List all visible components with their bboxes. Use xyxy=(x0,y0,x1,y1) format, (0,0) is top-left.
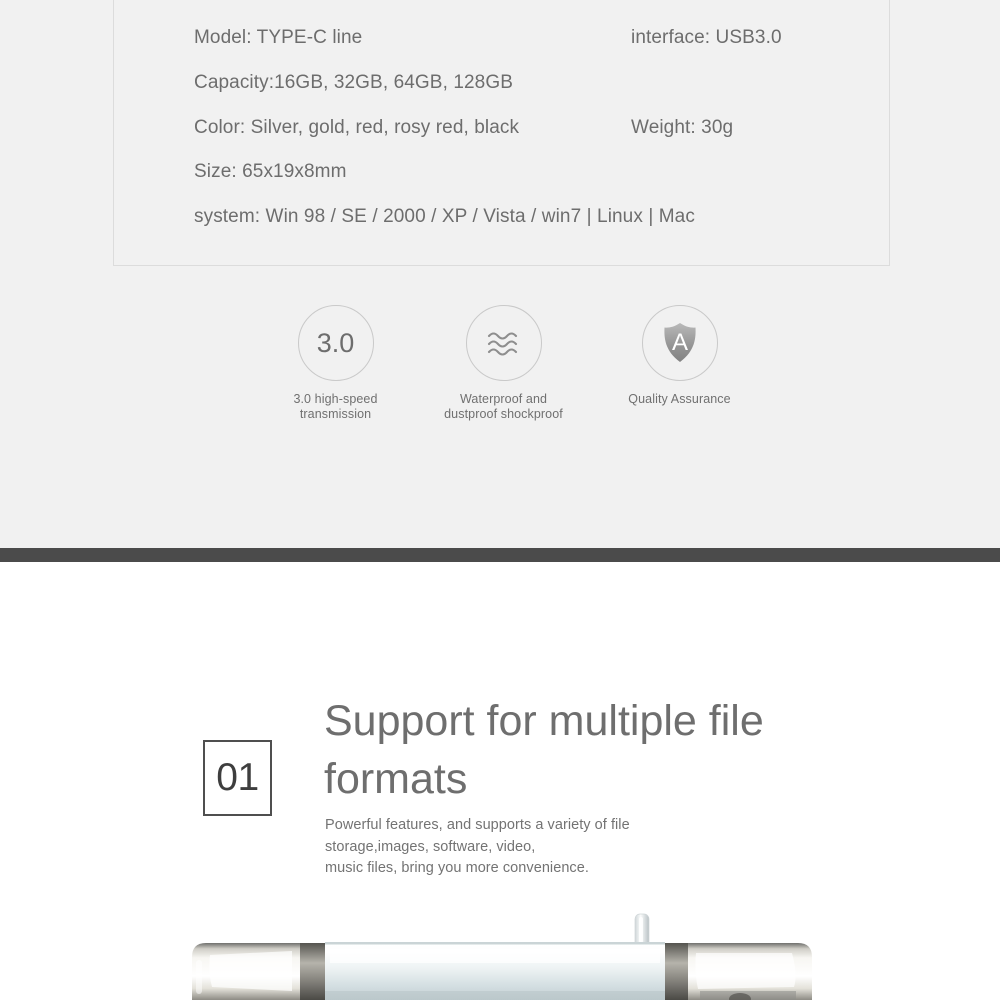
spec-row: Size: 65x19x8mm xyxy=(194,161,874,183)
shield-icon: A xyxy=(663,323,696,362)
spec-row: Model: TYPE-C line interface: USB3.0 xyxy=(194,27,874,49)
water-waves-circle-icon xyxy=(465,305,542,381)
spec-label-capacity: Capacity:16GB, 32GB, 64GB, 128GB xyxy=(194,72,513,93)
section-body-line: storage,images, software, video, xyxy=(325,838,536,855)
section-heading: Support for multiple file formats xyxy=(324,697,764,803)
section-number-badge: 01 xyxy=(203,740,272,816)
feature-item-speed: 3.0 3.0 high-speed transmission xyxy=(248,305,423,422)
feature-caption-speed: 3.0 high-speed transmission xyxy=(248,392,423,422)
feature-caption-quality: Quality Assurance xyxy=(592,392,767,407)
spec-row: Capacity:16GB, 32GB, 64GB, 128GB xyxy=(194,72,874,94)
water-waves-icon xyxy=(487,332,517,356)
feature-highlights: 3.0 3.0 high-speed transmission Waterpro… xyxy=(248,305,768,430)
spec-label-system: system: Win 98 / SE / 2000 / XP / Vista … xyxy=(194,206,695,227)
usb-3-0-circle-icon: 3.0 xyxy=(297,305,374,381)
feature-caption-line: 3.0 high-speed xyxy=(293,392,378,406)
spec-label-model: Model: TYPE-C line xyxy=(194,27,363,48)
section-body-line: music files, bring you more convenience. xyxy=(325,860,589,876)
spec-label-interface: interface: USB3.0 xyxy=(631,27,782,48)
section-body-line: Powerful features, and supports a variet… xyxy=(325,817,630,833)
specification-box: Model: TYPE-C line interface: USB3.0 Cap… xyxy=(113,0,890,266)
feature-caption-line: Quality Assurance xyxy=(628,392,731,406)
spec-row: Color: Silver, gold, red, rosy red, blac… xyxy=(194,117,874,139)
usb-drive-illustration xyxy=(192,913,812,1000)
feature-caption-line: Waterproof and xyxy=(459,392,548,406)
section-divider-band xyxy=(0,548,1000,562)
feature-caption-line: dustproof shockproof xyxy=(444,407,563,421)
spec-label-color: Color: Silver, gold, red, rosy red, blac… xyxy=(194,117,520,138)
feature-caption-waterproof: Waterproof and dustproof shockproof xyxy=(416,392,591,422)
spec-row: system: Win 98 / SE / 2000 / XP / Vista … xyxy=(194,206,874,228)
usb-flash-drive-photo xyxy=(180,905,820,1000)
feature-item-quality: A Quality Assurance xyxy=(592,305,767,407)
spec-label-size: Size: 65x19x8mm xyxy=(194,161,347,182)
section-body-text: Powerful features, and supports a variet… xyxy=(325,815,745,880)
feature-caption-line: transmission xyxy=(299,407,372,421)
feature-item-waterproof: Waterproof and dustproof shockproof xyxy=(416,305,591,422)
usb-version-label: 3.0 xyxy=(316,328,355,358)
shield-letter-label: A xyxy=(671,329,687,356)
product-spec-section: Model: TYPE-C line interface: USB3.0 Cap… xyxy=(0,0,1000,548)
shield-a-quality-circle-icon: A xyxy=(641,305,718,381)
spec-label-weight: Weight: 30g xyxy=(631,117,734,138)
section-number-label: 01 xyxy=(216,756,259,799)
